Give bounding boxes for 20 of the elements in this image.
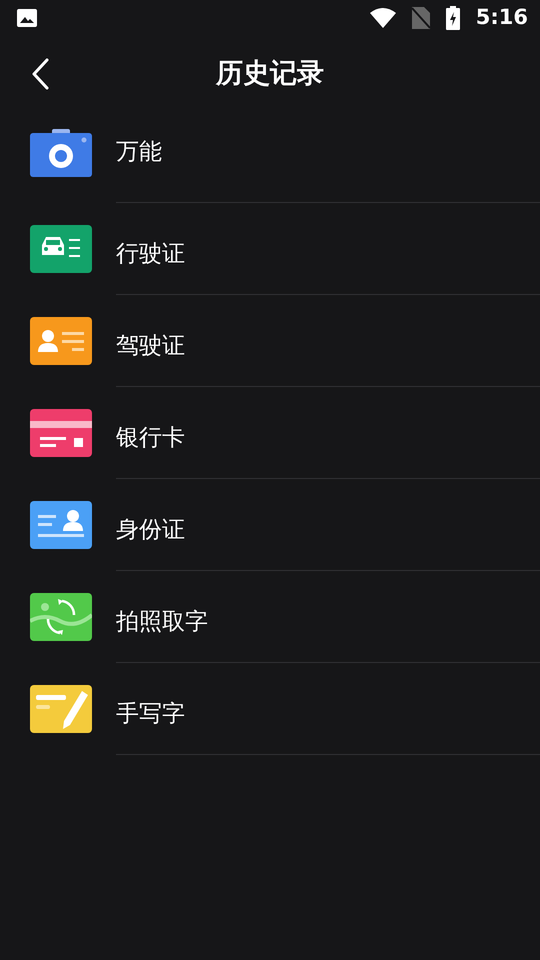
person-card-icon [30, 317, 92, 365]
id-card-icon [30, 501, 92, 549]
pencil-note-icon [30, 685, 92, 733]
battery-icon [446, 6, 460, 30]
no-sim-icon [412, 7, 430, 29]
image-icon [16, 8, 38, 28]
list-item[interactable]: 身份证 [0, 479, 540, 571]
list-item[interactable]: 行驶证 [0, 203, 540, 295]
photo-arrows-icon [30, 593, 92, 641]
list-item[interactable]: 万能 [0, 102, 540, 203]
page-title: 历史记录 [216, 58, 324, 89]
list-item[interactable]: 手写字 [0, 663, 540, 755]
bank-card-icon [30, 409, 92, 457]
clock: 5:16 [476, 4, 528, 32]
car-card-icon [30, 225, 92, 273]
camera-icon [30, 128, 92, 176]
list-item[interactable]: 拍照取字 [0, 571, 540, 663]
list-item[interactable]: 银行卡 [0, 387, 540, 479]
list-item[interactable]: 驾驶证 [0, 295, 540, 387]
wifi-icon [370, 8, 396, 28]
